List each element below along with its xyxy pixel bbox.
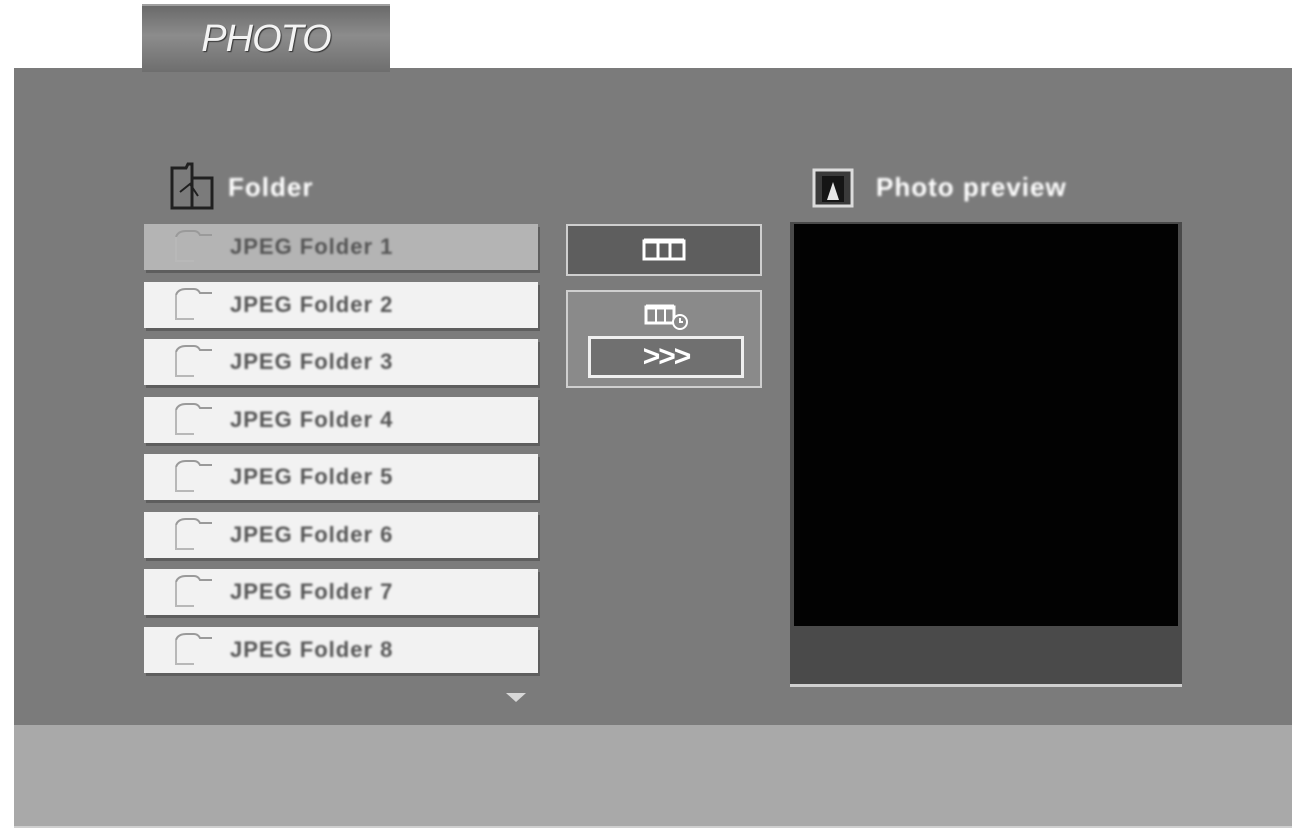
folder-icon xyxy=(175,230,212,262)
menu-title: PHOTO xyxy=(201,17,331,60)
file-list-item[interactable]: JPEG Folder 5 xyxy=(144,454,538,500)
photo-icon xyxy=(812,168,854,208)
menu-title-tab: PHOTO xyxy=(142,4,390,72)
file-name: JPEG Folder 8 xyxy=(230,636,394,662)
file-list-item[interactable]: JPEG Folder 7 xyxy=(144,569,538,615)
file-name: JPEG Folder 3 xyxy=(230,349,394,374)
speed-label: >>> xyxy=(642,340,692,373)
file-name: JPEG Folder 4 xyxy=(230,406,394,432)
preview-panel-label: Photo preview xyxy=(876,172,1067,202)
slideshow-speed-button[interactable]: >>> xyxy=(588,336,744,378)
file-name: JPEG Folder 6 xyxy=(230,521,394,547)
bottom-band xyxy=(14,725,1292,826)
file-list-item[interactable]: JPEG Folder 4 xyxy=(144,396,538,443)
folder-icon xyxy=(175,402,212,435)
photo-preview-frame xyxy=(790,222,1182,687)
file-list-item[interactable]: JPEG Folder 8 xyxy=(144,626,538,673)
file-name: JPEG Folder 1 xyxy=(230,234,394,259)
file-list-item[interactable]: JPEG Folder 3 xyxy=(144,339,538,385)
folder-icon xyxy=(175,632,212,665)
file-list-item[interactable]: JPEG Folder 1 xyxy=(144,224,538,270)
folder-icon xyxy=(175,345,212,377)
file-name: JPEG Folder 7 xyxy=(230,579,394,604)
folder-icon xyxy=(175,575,212,607)
file-list-item[interactable]: JPEG Folder 2 xyxy=(144,281,538,328)
photo-preview-area xyxy=(794,224,1178,626)
folder-panel-label: Folder xyxy=(228,172,314,202)
single-view-icon xyxy=(642,238,686,261)
file-name: JPEG Folder 5 xyxy=(230,464,394,489)
scroll-down-icon[interactable] xyxy=(504,690,528,704)
file-list-item[interactable]: JPEG Folder 6 xyxy=(144,511,538,558)
folder-icon xyxy=(175,287,212,320)
slideshow-icon[interactable] xyxy=(644,304,690,332)
folder-icon xyxy=(175,517,212,550)
slideshow-panel: >>> xyxy=(566,290,762,388)
file-name: JPEG Folder 2 xyxy=(230,291,394,317)
folder-icon xyxy=(175,460,212,492)
folder-icon xyxy=(170,162,214,210)
single-view-button[interactable] xyxy=(566,224,762,276)
